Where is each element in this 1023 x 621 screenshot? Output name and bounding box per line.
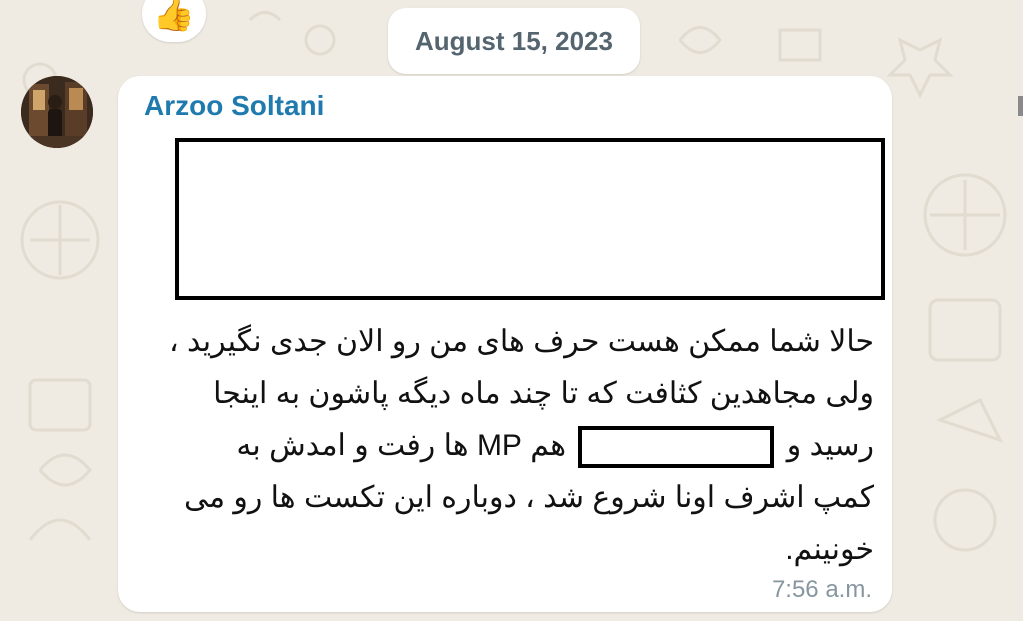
- message-fragment: رسید و: [786, 429, 874, 462]
- redacted-inline: [578, 426, 775, 469]
- message-line: کمپ اشرف اونا شروع شد ، دوباره این تکست …: [183, 481, 874, 514]
- avatar-photo: [21, 76, 93, 148]
- message-line: ولی مجاهدین کثافت که تا چند ماه دیگه پاش…: [213, 377, 874, 410]
- avatar[interactable]: [21, 76, 93, 148]
- message-text: حالا شما ممکن هست حرف های من رو الان جدی…: [154, 316, 874, 576]
- message-timestamp: 7:56 a.m.: [771, 576, 872, 603]
- scroll-edge-marker: [1018, 96, 1023, 116]
- message-bubble[interactable]: Arzoo Soltani حالا شما ممکن هست حرف های …: [118, 76, 892, 612]
- message-fragment: هم MP ها رفت و امدش به: [236, 429, 567, 462]
- reaction-badge[interactable]: 👍: [142, 0, 206, 42]
- message-line: خونینم.: [785, 533, 874, 566]
- sender-name[interactable]: Arzoo Soltani: [144, 90, 324, 122]
- message-line-with-redaction: رسید و هم MP ها رفت و امدش به: [154, 420, 874, 472]
- thumbs-up-icon: 👍: [152, 0, 196, 33]
- date-separator: August 15, 2023: [388, 8, 640, 74]
- redacted-block: [175, 138, 885, 300]
- message-line: حالا شما ممکن هست حرف های من رو الان جدی…: [168, 325, 874, 358]
- date-separator-label: August 15, 2023: [415, 25, 613, 56]
